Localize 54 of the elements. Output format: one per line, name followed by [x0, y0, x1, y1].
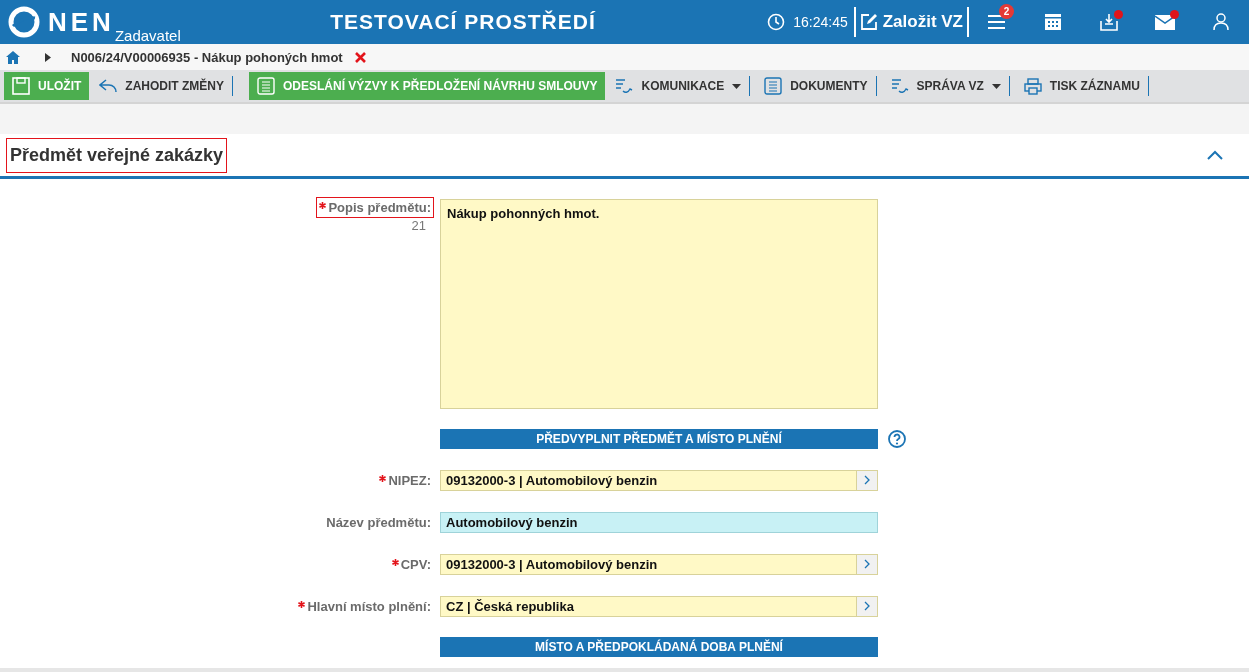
- action-button[interactable]: PŘEDVYPLNIT PŘEDMĚT A MÍSTO PLNĚNÍ: [440, 429, 878, 449]
- toolbar-button[interactable]: KOMUNIKACE: [607, 72, 750, 100]
- caret-icon: [45, 52, 51, 62]
- lookup-field[interactable]: 09132000-3 | Automobilový benzin: [440, 469, 878, 491]
- lookup-field[interactable]: 09132000-3 | Automobilový benzin: [440, 553, 878, 575]
- undo-arrow-icon: [99, 79, 118, 93]
- menu-icon[interactable]: [987, 14, 1007, 30]
- toolbar-button[interactable]: SPRÁVA VZ: [882, 72, 1009, 100]
- breadcrumb-item[interactable]: N006/24/V00006935 - Nákup pohoných hmot: [71, 49, 343, 65]
- chevron-icon[interactable]: [864, 601, 870, 611]
- logo-text: NEN: [48, 6, 115, 38]
- logo-icon: [8, 6, 40, 38]
- create-button[interactable]: Založit VZ: [855, 7, 967, 37]
- field-label: Název předmětu:: [325, 514, 432, 532]
- mail-icon[interactable]: [1155, 14, 1175, 30]
- lookup-field[interactable]: CZ | Česká republika: [440, 595, 878, 617]
- field-label: Popis předmětu:: [316, 197, 434, 218]
- character-counter: 21: [411, 218, 426, 233]
- chevron-icon[interactable]: [864, 475, 870, 485]
- name-field[interactable]: Automobilový benzin: [440, 511, 878, 533]
- caret-icon: [732, 83, 742, 89]
- toolbar-button[interactable]: ZAHODIT ZMĚNY: [91, 72, 232, 100]
- field-label: NIPEZ:: [376, 470, 434, 491]
- action-button[interactable]: MÍSTO A PŘEDPOKLÁDANÁ DOBA PLNĚNÍ: [440, 637, 878, 657]
- field-label: CPV:: [388, 554, 434, 575]
- document-icon: [257, 77, 275, 95]
- list-arrow-icon: [615, 78, 634, 94]
- chevron-icon[interactable]: [864, 559, 870, 569]
- toolbar-button[interactable]: DOKUMENTY: [756, 72, 876, 100]
- clock-icon: [767, 13, 786, 31]
- role-label: Zadavatel: [114, 28, 181, 44]
- caret-icon: [991, 83, 1001, 89]
- clock-time: 16:24:45: [793, 14, 848, 30]
- edit-icon: [859, 13, 878, 31]
- required-asterisk-icon: [391, 559, 399, 566]
- calendar-icon[interactable]: [1044, 13, 1062, 31]
- field-label: Hlavní místo plnění:: [295, 596, 434, 617]
- inbox-icon[interactable]: [1100, 13, 1118, 31]
- close-icon[interactable]: [354, 51, 366, 63]
- required-asterisk-icon: [298, 601, 306, 608]
- collapse-icon[interactable]: [1207, 150, 1223, 160]
- document-icon: [764, 77, 783, 95]
- required-asterisk-icon: [319, 202, 327, 209]
- home-icon[interactable]: [6, 50, 20, 64]
- required-asterisk-icon: [379, 475, 387, 482]
- toolbar-button[interactable]: TISK ZÁZNAMU: [1015, 72, 1148, 100]
- notification-badge: 2: [999, 4, 1014, 19]
- printer-icon: [1023, 77, 1042, 95]
- help-icon[interactable]: [888, 430, 906, 448]
- list-arrow-icon: [890, 78, 909, 94]
- section-title: Předmět veřejné zakázky: [6, 137, 228, 173]
- description-field[interactable]: Nákup pohonných hmot.: [440, 199, 878, 409]
- user-icon[interactable]: [1213, 13, 1229, 31]
- environment-title: TESTOVACÍ PROSTŘEDÍ: [329, 10, 597, 34]
